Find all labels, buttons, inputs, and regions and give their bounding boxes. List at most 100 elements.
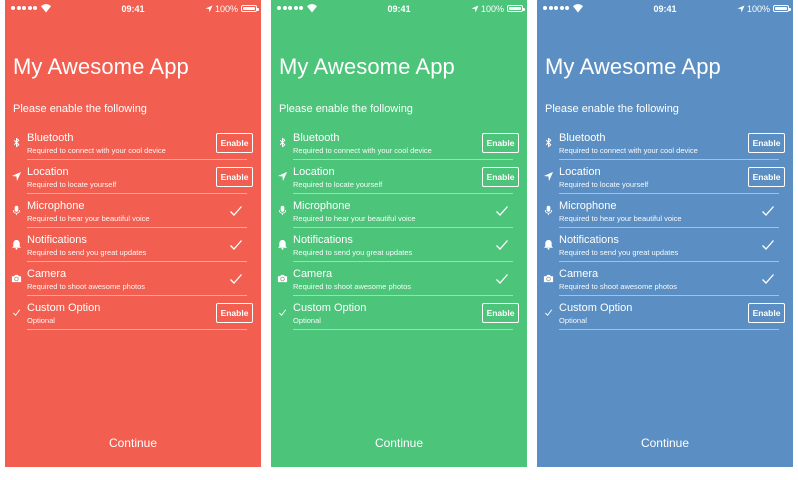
permission-description: Required to hear your beautiful voice [559,214,682,223]
microphone-icon [542,204,554,216]
battery-icon [773,5,791,12]
permission-row: Bluetooth Required to connect with your c… [537,126,793,160]
permission-description: Required to locate yourself [293,180,383,189]
enable-button[interactable]: Enable [748,167,785,187]
microphone-icon [276,204,288,216]
permission-label: Custom Option [293,302,367,314]
permission-row: Custom Option Optional Enable [5,296,261,330]
phone-screen: 09:41 100% My Awesome App Please enable the… [537,0,793,467]
row-divider [293,329,513,330]
permission-label: Microphone [27,200,85,212]
battery-icon [507,5,525,12]
enable-button[interactable]: Enable [216,133,253,153]
permission-list: Bluetooth Required to connect with your c… [5,126,261,330]
permission-label: Camera [27,268,67,280]
continue-button[interactable]: Continue [271,436,527,450]
enabled-check-icon [495,204,509,216]
bell-icon [276,238,288,250]
permissions-subtitle: Please enable the following [545,103,679,115]
status-bar: 09:41 100% [5,0,261,20]
permission-description: Required to shoot awesome photos [293,282,411,291]
permission-label: Notifications [293,234,353,246]
enabled-check-icon [229,204,243,216]
enable-button[interactable]: Enable [748,303,785,323]
permission-list: Bluetooth Required to connect with your c… [537,126,793,330]
continue-button[interactable]: Continue [5,436,261,450]
permission-label: Notifications [559,234,619,246]
permission-row: Custom Option Optional Enable [271,296,527,330]
permission-description: Required to locate yourself [559,180,649,189]
enable-button[interactable]: Enable [482,133,519,153]
row-divider [559,329,779,330]
enable-button[interactable]: Enable [482,303,519,323]
permission-description: Required to send you great updates [27,248,147,257]
permission-row: Notifications Required to send you great … [5,228,261,262]
permission-row: Bluetooth Required to connect with your c… [5,126,261,160]
bluetooth-icon [10,136,22,148]
phone-screen: 09:41 100% My Awesome App Please enable the… [5,0,261,467]
bluetooth-icon [542,136,554,148]
permission-row: Camera Required to shoot awesome photos [271,262,527,296]
camera-icon [10,272,22,284]
permission-description: Optional [27,316,55,325]
permission-description: Required to connect with your cool devic… [293,146,432,155]
checkmark-icon [542,306,554,318]
permission-label: Notifications [27,234,87,246]
checkmark-icon [276,306,288,318]
enable-button[interactable]: Enable [482,167,519,187]
permission-row: Camera Required to shoot awesome photos [5,262,261,296]
battery-percentage: 100% [746,4,770,14]
location-services-icon [471,5,479,13]
phone-screen: 09:41 100% My Awesome App Please enable the… [271,0,527,467]
permission-label: Location [559,166,601,178]
permission-description: Required to connect with your cool devic… [27,146,166,155]
app-title: My Awesome App [545,54,721,79]
permission-row: Notifications Required to send you great … [271,228,527,262]
location-arrow-icon [542,170,554,182]
permission-label: Location [293,166,335,178]
location-services-icon [205,5,213,13]
status-bar: 09:41 100% [537,0,793,20]
enabled-check-icon [495,238,509,250]
permission-row: Location Required to locate yourself Enabl… [271,160,527,194]
app-title: My Awesome App [279,54,455,79]
row-divider [27,329,247,330]
checkmark-icon [10,306,22,318]
enabled-check-icon [495,272,509,284]
enable-button[interactable]: Enable [748,133,785,153]
enable-button[interactable]: Enable [216,303,253,323]
permission-description: Optional [559,316,587,325]
permission-description: Required to hear your beautiful voice [27,214,150,223]
permission-label: Bluetooth [559,132,606,144]
permission-description: Required to connect with your cool devic… [559,146,698,155]
permission-label: Custom Option [559,302,633,314]
permission-description: Optional [293,316,321,325]
permission-description: Required to shoot awesome photos [27,282,145,291]
enabled-check-icon [761,238,775,250]
battery-percentage: 100% [480,4,504,14]
location-arrow-icon [276,170,288,182]
permission-label: Bluetooth [27,132,74,144]
permission-description: Required to shoot awesome photos [559,282,677,291]
permission-label: Camera [559,268,599,280]
permission-row: Camera Required to shoot awesome photos [537,262,793,296]
permission-list: Bluetooth Required to connect with your c… [271,126,527,330]
permission-label: Custom Option [27,302,101,314]
battery-percentage: 100% [214,4,238,14]
permissions-subtitle: Please enable the following [13,103,147,115]
enabled-check-icon [761,204,775,216]
permission-row: Bluetooth Required to connect with your c… [271,126,527,160]
enable-button[interactable]: Enable [216,167,253,187]
permission-label: Location [27,166,69,178]
location-services-icon [737,5,745,13]
permission-row: Location Required to locate yourself Enabl… [5,160,261,194]
status-bar: 09:41 100% [271,0,527,20]
location-arrow-icon [10,170,22,182]
permission-label: Bluetooth [293,132,340,144]
permission-description: Required to send you great updates [559,248,679,257]
permission-description: Required to send you great updates [293,248,413,257]
permission-row: Custom Option Optional Enable [537,296,793,330]
permission-row: Microphone Required to hear your beautifu… [271,194,527,228]
continue-button[interactable]: Continue [537,436,793,450]
permission-row: Notifications Required to send you great … [537,228,793,262]
